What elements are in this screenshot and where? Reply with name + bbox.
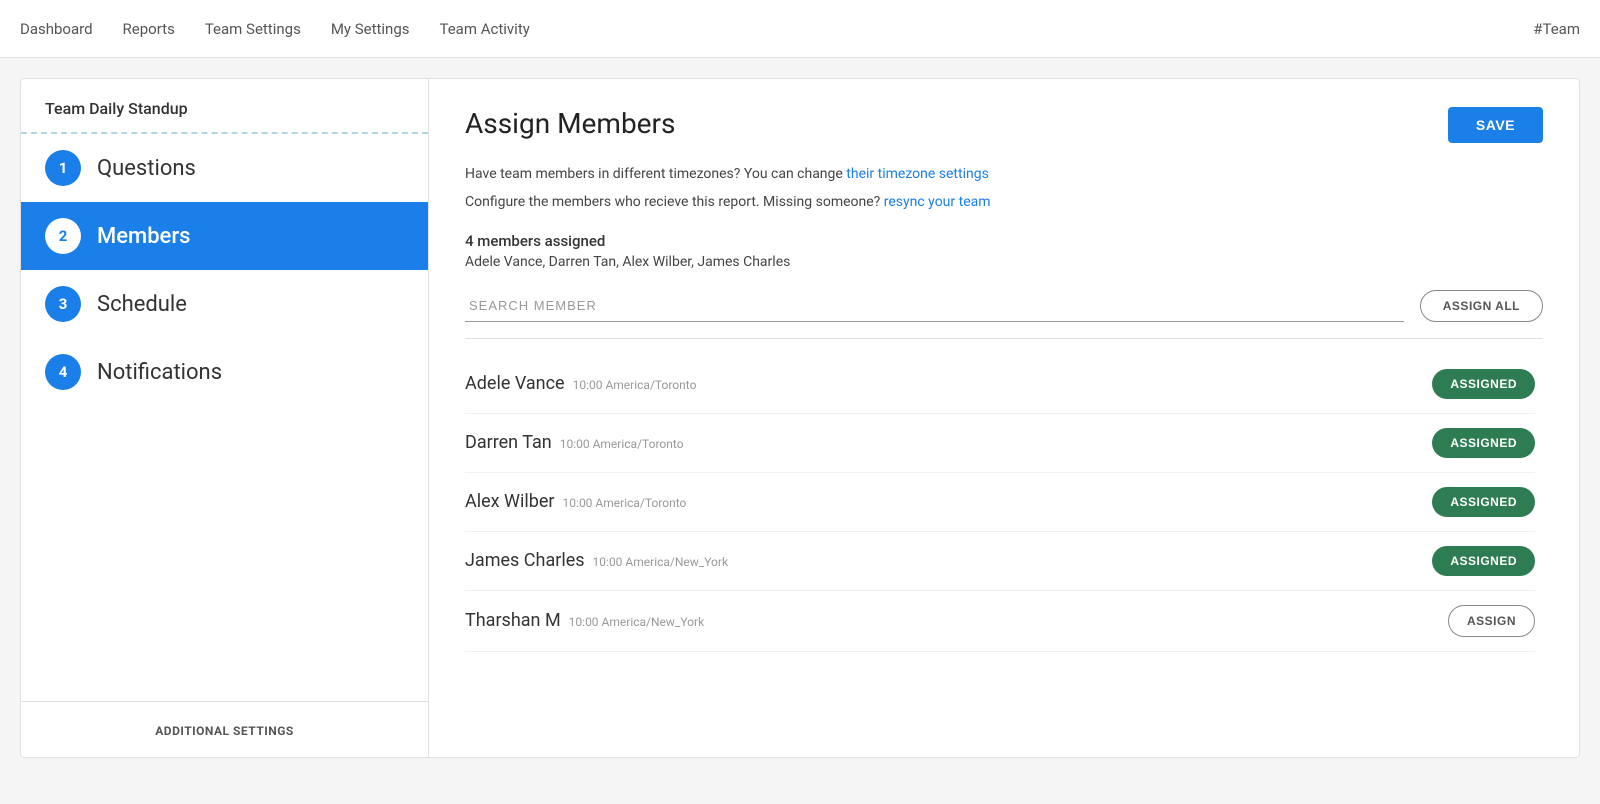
member-tz: 10:00 America/New_York <box>569 615 705 629</box>
member-tz: 10:00 America/New_York <box>593 555 729 569</box>
member-info: James Charles 10:00 America/New_York <box>465 550 728 571</box>
sidebar-footer: ADDITIONAL SETTINGS <box>21 701 428 757</box>
nav-reports[interactable]: Reports <box>123 16 175 42</box>
sidebar-item-questions[interactable]: 1 Questions <box>21 134 428 202</box>
member-row: James Charles 10:00 America/New_York ASS… <box>465 532 1535 591</box>
assigned-button-1[interactable]: ASSIGNED <box>1432 428 1535 458</box>
main-panel: Team Daily Standup 1 Questions 2 Members… <box>20 78 1580 758</box>
member-name: James Charles <box>465 550 585 571</box>
member-name: Tharshan M <box>465 610 561 631</box>
member-name: Darren Tan <box>465 432 552 453</box>
member-row: Tharshan M 10:00 America/New_York ASSIGN <box>465 591 1535 652</box>
sidebar-item-members[interactable]: 2 Members <box>21 202 428 270</box>
step-label-questions: Questions <box>97 156 196 181</box>
step-circle-4: 4 <box>45 354 81 390</box>
assign-button-4[interactable]: ASSIGN <box>1448 605 1535 637</box>
search-row: ASSIGN ALL <box>465 290 1543 322</box>
member-info: Adele Vance 10:00 America/Toronto <box>465 373 696 394</box>
sidebar-item-schedule[interactable]: 3 Schedule <box>21 270 428 338</box>
timezone-settings-link[interactable]: their timezone settings <box>846 166 989 182</box>
sidebar-nav: 1 Questions 2 Members 3 Schedule 4 Notif… <box>21 134 428 701</box>
save-button[interactable]: SAVE <box>1448 107 1543 143</box>
sidebar: Team Daily Standup 1 Questions 2 Members… <box>21 79 429 757</box>
sidebar-item-notifications[interactable]: 4 Notifications <box>21 338 428 406</box>
content-area: Assign Members SAVE Have team members in… <box>429 79 1579 757</box>
divider <box>465 338 1543 339</box>
step-label-notifications: Notifications <box>97 360 222 385</box>
nav-brand: #Team <box>1533 20 1580 38</box>
info-text-1: Have team members in different timezones… <box>465 163 1543 185</box>
assigned-button-2[interactable]: ASSIGNED <box>1432 487 1535 517</box>
resync-link[interactable]: resync your team <box>884 194 991 210</box>
nav-team-settings[interactable]: Team Settings <box>205 16 301 42</box>
additional-settings-label[interactable]: ADDITIONAL SETTINGS <box>155 724 294 738</box>
info-text-2: Configure the members who recieve this r… <box>465 191 1543 213</box>
member-tz: 10:00 America/Toronto <box>573 378 697 392</box>
info-text-2-prefix: Configure the members who recieve this r… <box>465 194 884 210</box>
member-info: Darren Tan 10:00 America/Toronto <box>465 432 684 453</box>
content-header: Assign Members SAVE <box>465 107 1543 143</box>
nav-items: Dashboard Reports Team Settings My Setti… <box>20 16 1533 42</box>
assigned-button-3[interactable]: ASSIGNED <box>1432 546 1535 576</box>
nav-my-settings[interactable]: My Settings <box>331 16 410 42</box>
search-input[interactable] <box>465 290 1404 322</box>
member-info: Alex Wilber 10:00 America/Toronto <box>465 491 686 512</box>
assigned-button-0[interactable]: ASSIGNED <box>1432 369 1535 399</box>
member-name: Alex Wilber <box>465 491 555 512</box>
info-text-1-prefix: Have team members in different timezones… <box>465 166 846 182</box>
step-circle-1: 1 <box>45 150 81 186</box>
top-nav: Dashboard Reports Team Settings My Setti… <box>0 0 1600 58</box>
main-wrapper: Team Daily Standup 1 Questions 2 Members… <box>0 58 1600 778</box>
members-scroll: Adele Vance 10:00 America/Toronto ASSIGN… <box>465 355 1543 652</box>
step-circle-3: 3 <box>45 286 81 322</box>
sidebar-title: Team Daily Standup <box>21 79 428 134</box>
member-tz: 10:00 America/Toronto <box>560 437 684 451</box>
member-info: Tharshan M 10:00 America/New_York <box>465 610 704 631</box>
member-row: Darren Tan 10:00 America/Toronto ASSIGNE… <box>465 414 1535 473</box>
members-list-text: Adele Vance, Darren Tan, Alex Wilber, Ja… <box>465 254 1543 270</box>
member-row: Adele Vance 10:00 America/Toronto ASSIGN… <box>465 355 1535 414</box>
page-title: Assign Members <box>465 107 675 140</box>
assign-all-button[interactable]: ASSIGN ALL <box>1420 290 1543 322</box>
members-count: 4 members assigned <box>465 232 1543 250</box>
member-row: Alex Wilber 10:00 America/Toronto ASSIGN… <box>465 473 1535 532</box>
member-tz: 10:00 America/Toronto <box>563 496 687 510</box>
step-label-members: Members <box>97 224 190 249</box>
nav-dashboard[interactable]: Dashboard <box>20 16 93 42</box>
nav-team-activity[interactable]: Team Activity <box>440 16 530 42</box>
member-name: Adele Vance <box>465 373 565 394</box>
step-label-schedule: Schedule <box>97 292 187 317</box>
step-circle-2: 2 <box>45 218 81 254</box>
